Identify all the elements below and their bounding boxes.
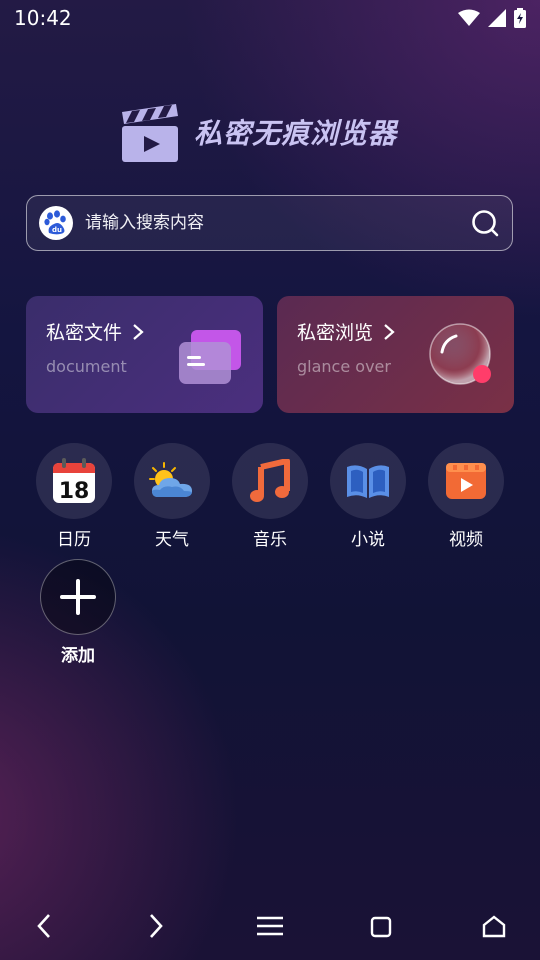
app-video-circle[interactable]	[428, 443, 504, 519]
bubble-icon	[429, 323, 491, 385]
app-title: 私密无痕浏览器	[194, 117, 398, 150]
chevron-left-icon	[37, 914, 50, 938]
battery-icon	[514, 8, 526, 28]
app-calendar-label: 日历	[57, 530, 91, 550]
app-brand: 私密无痕浏览器	[118, 100, 397, 164]
signal-icon	[488, 9, 506, 27]
app-calendar[interactable]: 18 日历	[34, 443, 114, 550]
chevron-right-icon	[150, 914, 163, 938]
calendar-icon: 18	[53, 458, 95, 504]
svg-text:du: du	[52, 226, 62, 234]
status-bar: 10:42	[0, 0, 540, 36]
app-weather-label: 天气	[155, 530, 189, 550]
status-icons	[458, 8, 526, 28]
menu-icon	[257, 916, 283, 936]
app-music-label: 音乐	[253, 530, 287, 550]
private-browse-title: 私密浏览	[297, 322, 374, 344]
book-icon	[347, 465, 389, 498]
app-add[interactable]: 添加	[38, 559, 118, 666]
folder-icon	[179, 330, 241, 384]
app-weather[interactable]: 天气	[132, 443, 212, 550]
music-icon	[250, 459, 290, 502]
search-input[interactable]	[83, 212, 470, 234]
tabs-icon	[370, 916, 392, 938]
home-button[interactable]	[472, 904, 516, 948]
plus-icon	[60, 579, 96, 615]
app-music[interactable]: 音乐	[230, 443, 310, 550]
menu-button[interactable]	[248, 904, 292, 948]
app-weather-circle[interactable]	[134, 443, 210, 519]
back-button[interactable]	[22, 904, 66, 948]
video-icon	[446, 463, 486, 499]
app-add-label: 添加	[61, 646, 95, 666]
private-files-title: 私密文件	[46, 322, 123, 344]
add-app-circle[interactable]	[40, 559, 116, 635]
app-novel[interactable]: 小说	[328, 443, 408, 550]
app-music-circle[interactable]	[232, 443, 308, 519]
bottom-nav-bar	[0, 890, 540, 960]
search-bar[interactable]: du	[26, 195, 513, 251]
home-icon	[482, 915, 506, 938]
private-files-card[interactable]: 私密文件 document	[26, 296, 263, 413]
forward-button[interactable]	[134, 904, 178, 948]
calendar-day: 18	[59, 479, 90, 504]
wifi-icon	[458, 9, 480, 26]
app-video-label: 视频	[449, 530, 483, 550]
tabs-button[interactable]	[360, 904, 404, 948]
app-novel-circle[interactable]	[330, 443, 406, 519]
app-novel-label: 小说	[351, 530, 385, 550]
app-calendar-circle[interactable]: 18	[36, 443, 112, 519]
clapperboard-logo-icon	[122, 104, 178, 162]
private-browse-card[interactable]: 私密浏览 glance over	[277, 296, 514, 413]
weather-icon	[149, 462, 192, 497]
chevron-right-icon	[133, 323, 144, 340]
chevron-right-icon	[384, 323, 395, 340]
search-icon[interactable]	[470, 208, 500, 238]
baidu-logo-icon[interactable]: du	[39, 206, 73, 240]
app-video[interactable]: 视频	[426, 443, 506, 550]
status-time: 10:42	[14, 6, 72, 30]
